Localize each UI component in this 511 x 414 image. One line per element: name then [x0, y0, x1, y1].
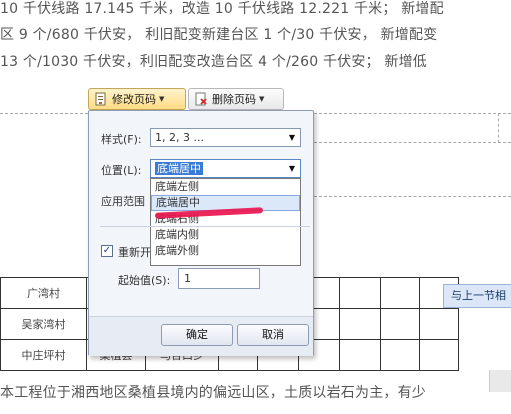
chevron-down-icon: ▼ [159, 95, 165, 103]
table-cell: 中庄坪村 [0, 339, 87, 371]
page-number-icon [95, 92, 106, 106]
document-line-4: 本工程位于湘西地区桑植县境内的偏远山区，土质以岩石为主，有少 [0, 385, 426, 401]
table-cell [339, 277, 381, 309]
table-cell: 广湾村 [0, 277, 87, 309]
position-label: 位置(L): [101, 164, 142, 177]
list-item[interactable]: 底端左侧 [151, 179, 300, 195]
document-line-2: 区 9 个/680 千伏安， 利旧配变新建台区 1 个/30 千伏安， 新增配变 [0, 27, 438, 43]
footer-boundary-left [0, 113, 88, 114]
position-dropdown-list: 底端左侧 底端居中 底端右侧 底端内侧 底端外侧 [150, 178, 301, 266]
table-cell [380, 339, 420, 371]
chevron-down-icon: ▼ [259, 95, 265, 103]
delete-page-icon [195, 92, 207, 106]
list-item[interactable]: 底端内侧 [151, 227, 300, 243]
footer-boundary-right [314, 113, 511, 114]
restart-numbering-label: 重新开 [118, 246, 151, 259]
document-line-3: 13 个/1030 千伏安，利旧配变改造台区 4 个/260 千伏安； 新增低 [0, 54, 428, 70]
ok-button[interactable]: 确定 [161, 324, 233, 346]
position-select[interactable]: 底端居中 ▼ [150, 159, 301, 178]
edit-page-number-label: 修改页码 [112, 93, 156, 106]
table-cell [339, 339, 381, 371]
list-item[interactable]: 底端外侧 [151, 243, 300, 259]
apply-range-label: 应用范围 [101, 195, 145, 208]
cancel-button[interactable]: 取消 [237, 324, 309, 346]
start-value-label: 起始值(S): [118, 274, 171, 287]
restart-numbering-checkbox[interactable]: ✓ [101, 245, 113, 257]
table-cell [380, 308, 420, 340]
scrollbar-corner [489, 370, 511, 392]
edit-page-number-button[interactable]: 修改页码 ▼ [88, 88, 186, 110]
delete-page-number-button[interactable]: 删除页码 ▼ [188, 88, 284, 110]
margin-guide [498, 113, 499, 143]
page-boundary [314, 196, 511, 197]
chevron-down-icon: ▼ [288, 164, 295, 173]
table-cell: 吴家湾村 [0, 308, 87, 340]
position-value: 底端居中 [155, 162, 203, 175]
delete-page-number-label: 删除页码 [212, 93, 256, 106]
chevron-down-icon: ▼ [288, 133, 295, 142]
table-cell [419, 339, 459, 371]
footer-divider [314, 142, 511, 143]
document-line-1: 10 千伏线路 17.145 千米，改造 10 千伏线路 12.221 千米； … [0, 1, 444, 17]
style-value: 1, 2, 3 ... [155, 131, 204, 144]
table-cell [419, 308, 459, 340]
start-value-input[interactable]: 1 [178, 268, 260, 289]
table-cell [339, 308, 381, 340]
section-divider [100, 226, 310, 227]
style-label: 样式(F): [101, 133, 142, 146]
table-cell [380, 277, 420, 309]
style-select[interactable]: 1, 2, 3 ... ▼ [150, 128, 301, 147]
link-to-previous-button[interactable]: 与上一节相 [443, 284, 511, 308]
